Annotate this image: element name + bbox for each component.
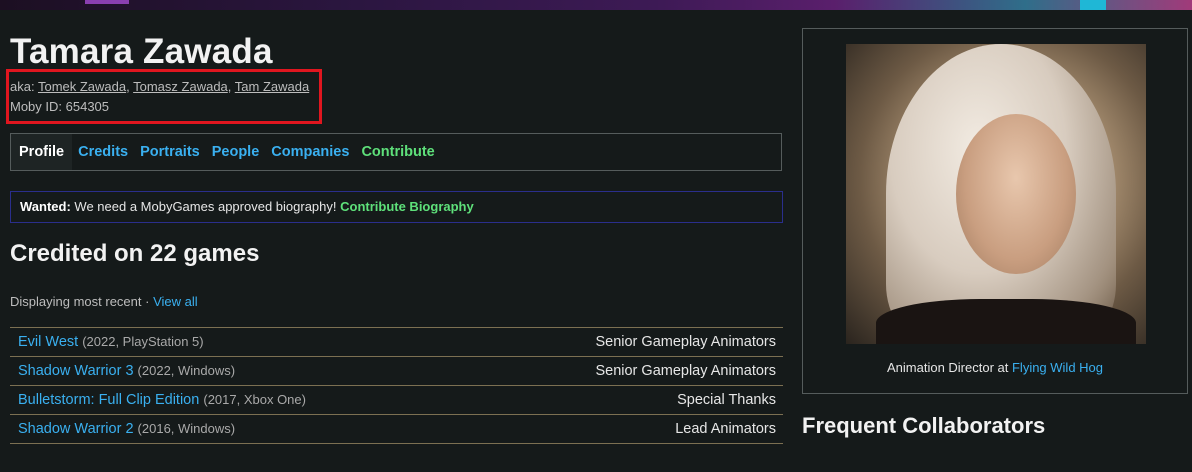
tab-people[interactable]: People [206, 134, 266, 170]
game-title-link[interactable]: Shadow Warrior 2 [18, 421, 134, 437]
game-info: (2022, Windows) [137, 363, 236, 378]
profile-tabs: Profile Credits Portraits People Compani… [10, 133, 782, 171]
table-row: Evil West (2022, PlayStation 5) Senior G… [10, 327, 783, 356]
table-row: Shadow Warrior 2 (2016, Windows) Lead An… [10, 414, 783, 443]
displaying-text: Displaying most recent · [10, 294, 154, 309]
game-title-link[interactable]: Evil West [18, 334, 78, 350]
table-row: Shadow Warrior 3 (2022, Windows) Senior … [10, 356, 783, 385]
game-title-link[interactable]: Shadow Warrior 3 [18, 363, 134, 379]
tab-credits[interactable]: Credits [72, 134, 134, 170]
contribute-biography-link[interactable]: Contribute Biography [340, 199, 474, 214]
highlight-annotation-box [6, 69, 322, 124]
photo-detail [956, 114, 1076, 274]
table-row: Bulletstorm: Full Clip Edition (2017, Xb… [10, 385, 783, 414]
game-role: Senior Gameplay Animators [595, 363, 776, 379]
wanted-notice: Wanted: We need a MobyGames approved bio… [10, 191, 783, 223]
game-info: (2017, Xbox One) [203, 392, 306, 407]
portrait-photo[interactable] [846, 44, 1146, 344]
company-link[interactable]: Flying Wild Hog [1012, 360, 1103, 375]
caption-role: Animation Director at [886, 360, 1012, 375]
tab-portraits[interactable]: Portraits [134, 134, 206, 170]
credits-heading: Credited on 22 games [10, 240, 260, 267]
photo-detail [876, 299, 1136, 344]
portrait-caption: Animation Director at Flying Wild Hog [803, 360, 1187, 375]
person-name: Tamara Zawada [10, 32, 273, 71]
displaying-note: Displaying most recent · View all [10, 294, 198, 309]
game-role: Senior Gameplay Animators [595, 334, 776, 350]
tab-contribute[interactable]: Contribute [355, 134, 440, 170]
game-title-link[interactable]: Bulletstorm: Full Clip Edition [18, 392, 199, 408]
credits-list: Evil West (2022, PlayStation 5) Senior G… [10, 327, 783, 472]
table-row [10, 443, 783, 472]
portrait-panel: Animation Director at Flying Wild Hog [802, 28, 1188, 394]
wanted-label: Wanted: [20, 199, 71, 214]
game-info: (2016, Windows) [137, 421, 236, 436]
game-role: Lead Animators [675, 421, 776, 437]
wanted-text: We need a MobyGames approved biography! [70, 199, 341, 214]
tab-companies[interactable]: Companies [265, 134, 355, 170]
banner-decoration [1080, 0, 1106, 10]
tab-profile[interactable]: Profile [11, 134, 73, 170]
banner-decoration [85, 0, 129, 4]
header-banner [0, 0, 1192, 10]
view-all-link[interactable]: View all [153, 294, 198, 309]
frequent-collaborators-heading: Frequent Collaborators [802, 413, 1046, 438]
game-info: (2022, PlayStation 5) [82, 334, 204, 349]
game-role: Special Thanks [677, 392, 776, 408]
